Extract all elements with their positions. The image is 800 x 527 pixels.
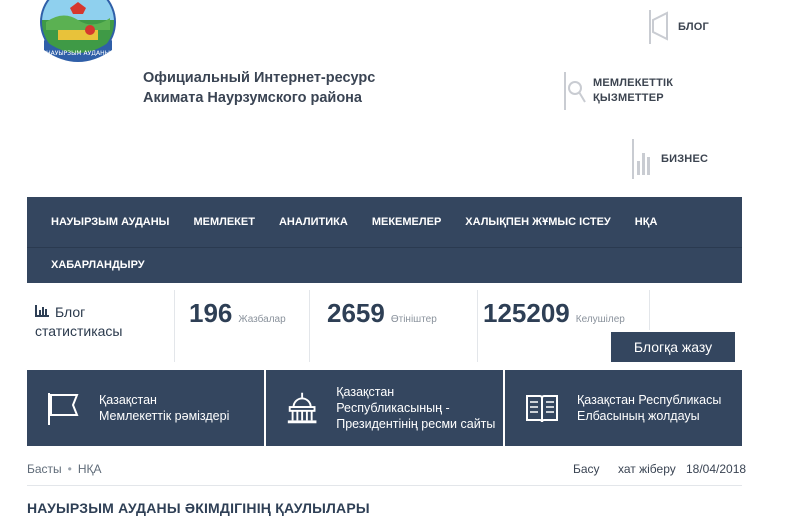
services-icon [564,72,586,110]
blog-stats-label: Блог статистикасы [35,303,122,341]
quick-link-services-line1: МЕМЛЕКЕТТІК [593,77,674,89]
card-address-line2: Елбасының жолдауы [577,409,700,423]
card-address-line1: Қазақстан Республикасы [577,393,722,407]
divider [309,290,310,362]
card-state-symbols-line1: Қазақстан [99,393,157,407]
feature-cards: Қазақстан Мемлекеттік рәміздері Қазақста… [27,370,742,446]
card-president-site[interactable]: Қазақстан Республикасының - Президентіні… [264,370,503,446]
chart-icon [632,139,650,179]
divider [174,290,175,362]
stat-visitors: 125209 Келушілер [483,298,625,329]
divider [477,290,478,362]
send-mail-link[interactable]: хат жіберу [618,462,676,476]
nav-row-2: ХАБАРЛАНДЫРУ [27,247,742,283]
stat-requests-value: 2659 [327,298,385,328]
quick-link-blog[interactable]: БЛОГ [648,8,709,46]
quick-link-blog-label: БЛОГ [678,20,709,33]
quick-link-business[interactable]: БИЗНЕС [631,137,708,181]
blog-stats-line2: статистикасы [35,323,123,339]
quick-link-services-line2: ҚЫЗМЕТТЕР [593,92,664,104]
quick-link-services[interactable]: МЕМЛЕКЕТТІК ҚЫЗМЕТТЕР [563,70,673,112]
svg-text:НАУЫРЗЫМ АУДАНЫ: НАУЫРЗЫМ АУДАНЫ [46,50,110,57]
divider [649,290,650,330]
card-president-site-line1: Қазақстан Республикасының - [336,385,450,415]
breadcrumb: Басты • НҚА [27,462,102,476]
megaphone-icon [649,10,668,44]
nav-row-1: НАУЫРЗЫМ АУДАНЫ МЕМЛЕКЕТ АНАЛИТИКА МЕКЕМ… [27,197,742,248]
book-icon [526,395,558,423]
stat-posts: 196 Жазбалар [189,298,286,329]
nav-item-analytics[interactable]: АНАЛИТИКА [267,197,360,247]
stat-requests: 2659 Өтініштер [327,298,437,329]
nav-item-announcements[interactable]: ХАБАРЛАНДЫРУ [27,247,157,283]
card-address[interactable]: Қазақстан Республикасы Елбасының жолдауы [503,370,742,446]
print-link[interactable]: Басу [573,462,600,476]
card-president-site-line2: Президентінің ресми сайты [336,417,496,431]
main-navigation: НАУЫРЗЫМ АУДАНЫ МЕМЛЕКЕТ АНАЛИТИКА МЕКЕМ… [27,197,742,283]
blog-stats-line1: Блог [55,304,86,320]
bar-chart-icon [35,303,49,322]
card-state-symbols[interactable]: Қазақстан Мемлекеттік рәміздері [27,370,264,446]
stat-requests-label: Өтініштер [390,314,437,325]
stat-posts-value: 196 [189,298,233,328]
stat-posts-label: Жазбалар [238,314,286,325]
divider [27,485,742,486]
card-state-symbols-line2: Мемлекеттік рәміздері [99,409,230,423]
district-emblem-logo[interactable]: НАУЫРЗЫМ АУДАНЫ [38,0,118,62]
publish-date: 18/04/2018 [686,462,747,476]
stat-visitors-label: Келушілер [575,314,625,325]
site-title-line1: Официальный Интернет-ресурс [143,70,376,86]
quick-link-business-label: БИЗНЕС [661,152,709,165]
flag-icon [48,393,79,425]
nav-item-state[interactable]: МЕМЛЕКЕТ [181,197,267,247]
nav-item-public-work[interactable]: ХАЛЫҚПЕН ЖҰМЫС ІСТЕУ [453,197,622,247]
nav-item-institutions[interactable]: МЕКЕМЕЛЕР [360,197,453,247]
nav-item-district[interactable]: НАУЫРЗЫМ АУДАНЫ [27,197,181,247]
page-title: НАУЫРЗЫМ АУДАНЫ ӘКІМДІГІНІҢ ҚАУЛЫЛАРЫ [27,500,370,516]
breadcrumb-home[interactable]: Басты [27,462,62,476]
capitol-icon [287,392,317,424]
site-title: Официальный Интернет-ресурс Акимата Наур… [143,68,375,108]
breadcrumb-separator: • [67,462,72,476]
site-title-line2: Акимата Наурзумского района [143,90,363,106]
nav-item-nka[interactable]: НҚА [623,197,670,247]
stat-visitors-value: 125209 [483,298,570,328]
write-to-blog-button[interactable]: Блогқа жазу [611,332,735,362]
breadcrumb-current[interactable]: НҚА [78,462,102,476]
